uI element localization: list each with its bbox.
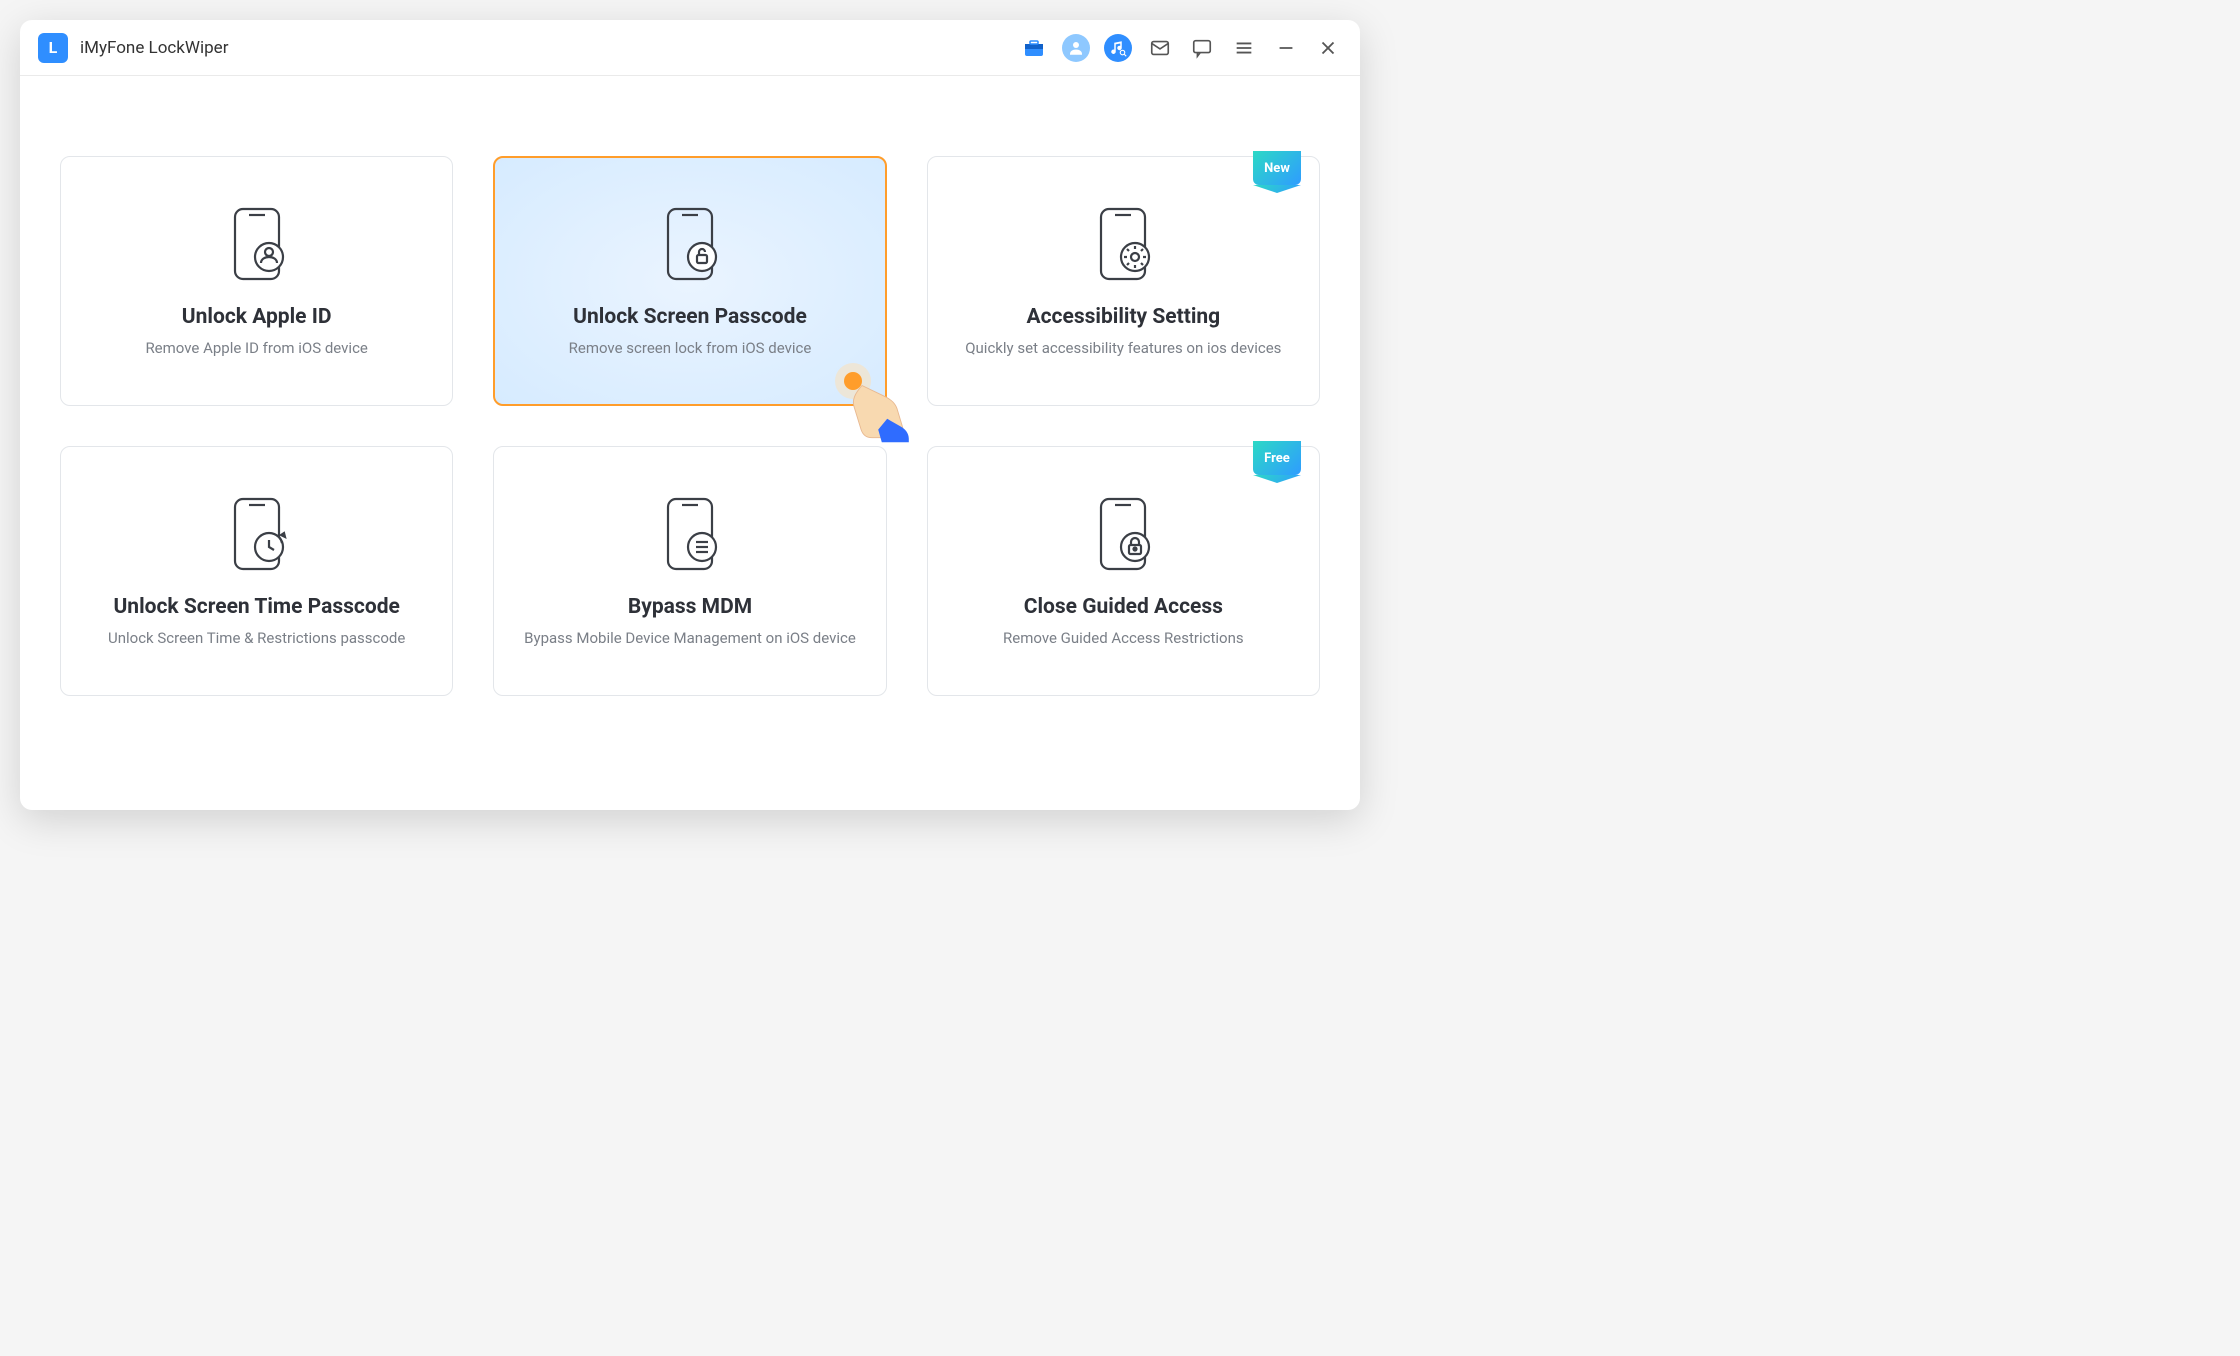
- phone-unlock-icon: [658, 205, 722, 287]
- card-subtitle: Unlock Screen Time & Restrictions passco…: [88, 629, 425, 647]
- minimize-button[interactable]: [1272, 34, 1300, 62]
- card-title: Close Guided Access: [1024, 595, 1223, 619]
- toolbox-icon[interactable]: [1020, 34, 1048, 62]
- app-logo-letter: L: [49, 38, 58, 57]
- music-search-icon[interactable]: [1104, 34, 1132, 62]
- main-content: Unlock Apple ID Remove Apple ID from iOS…: [20, 76, 1360, 810]
- titlebar: L iMyFone LockWiper: [20, 20, 1360, 76]
- phone-gear-icon: [1091, 205, 1155, 287]
- app-title: iMyFone LockWiper: [80, 38, 1020, 58]
- card-unlock-apple-id[interactable]: Unlock Apple ID Remove Apple ID from iOS…: [60, 156, 453, 406]
- card-title: Unlock Screen Time Passcode: [113, 595, 399, 619]
- card-unlock-screentime[interactable]: Unlock Screen Time Passcode Unlock Scree…: [60, 446, 453, 696]
- card-accessibility-setting[interactable]: New Accessibility Setting Quickly set ac…: [927, 156, 1320, 406]
- close-button[interactable]: [1314, 34, 1342, 62]
- card-subtitle: Remove screen lock from iOS device: [549, 339, 832, 357]
- badge-new: New: [1253, 151, 1301, 185]
- phone-appleid-icon: [225, 205, 289, 287]
- card-title: Unlock Screen Passcode: [573, 305, 807, 329]
- card-close-guided-access[interactable]: Free Close Guided Access Remove Guided A…: [927, 446, 1320, 696]
- card-bypass-mdm[interactable]: Bypass MDM Bypass Mobile Device Manageme…: [493, 446, 886, 696]
- card-unlock-screen-passcode[interactable]: Unlock Screen Passcode Remove screen loc…: [493, 156, 886, 406]
- badge-free: Free: [1253, 441, 1301, 475]
- card-title: Accessibility Setting: [1027, 305, 1221, 329]
- card-title: Unlock Apple ID: [182, 305, 332, 329]
- app-window: L iMyFone LockWiper: [20, 20, 1360, 810]
- card-grid: Unlock Apple ID Remove Apple ID from iOS…: [60, 156, 1320, 696]
- feedback-icon[interactable]: [1188, 34, 1216, 62]
- card-subtitle: Quickly set accessibility features on io…: [945, 339, 1301, 357]
- hand-cursor-icon: [825, 354, 935, 444]
- card-title: Bypass MDM: [628, 595, 752, 619]
- card-subtitle: Remove Guided Access Restrictions: [983, 629, 1264, 647]
- account-icon[interactable]: [1062, 34, 1090, 62]
- phone-clock-icon: [225, 495, 289, 577]
- phone-list-icon: [658, 495, 722, 577]
- app-logo: L: [38, 33, 68, 63]
- phone-lock-icon: [1091, 495, 1155, 577]
- card-subtitle: Remove Apple ID from iOS device: [125, 339, 387, 357]
- card-subtitle: Bypass Mobile Device Management on iOS d…: [504, 629, 876, 647]
- mail-icon[interactable]: [1146, 34, 1174, 62]
- hamburger-menu-icon[interactable]: [1230, 34, 1258, 62]
- titlebar-icons: [1020, 34, 1342, 62]
